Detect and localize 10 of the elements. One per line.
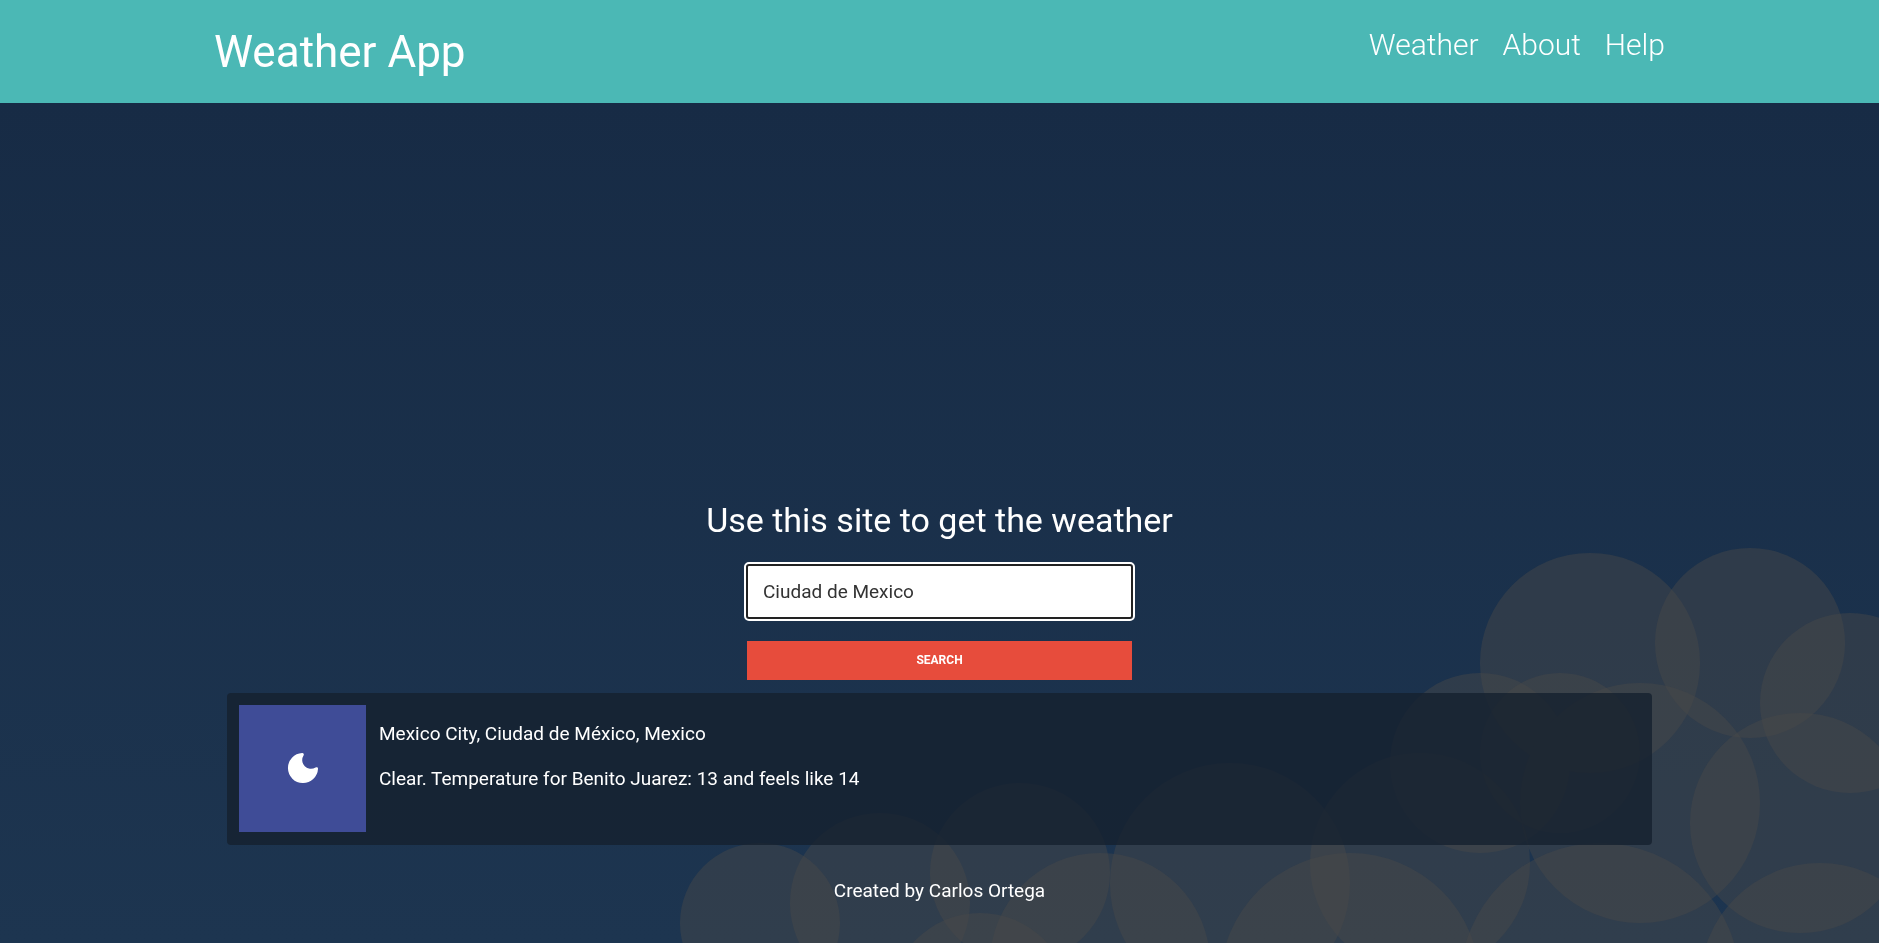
page-heading: Use this site to get the weather xyxy=(706,499,1173,542)
search-button[interactable]: SEARCH xyxy=(747,640,1132,680)
forecast-text: Clear. Temperature for Benito Juarez: 13 and feels like 14 xyxy=(379,767,860,791)
nav-link[interactable]: About xyxy=(1502,29,1581,60)
search-field[interactable]: Ciudad de Mexico xyxy=(746,563,1133,619)
footer-text: Created by Carlos Ortega xyxy=(833,877,1046,904)
nav-link[interactable]: Help xyxy=(1604,29,1665,60)
nav-link[interactable]: Weather xyxy=(1368,29,1479,60)
location-text: Mexico City, Ciudad de México, Mexico xyxy=(379,721,707,746)
site-title: Weather App xyxy=(214,29,466,74)
